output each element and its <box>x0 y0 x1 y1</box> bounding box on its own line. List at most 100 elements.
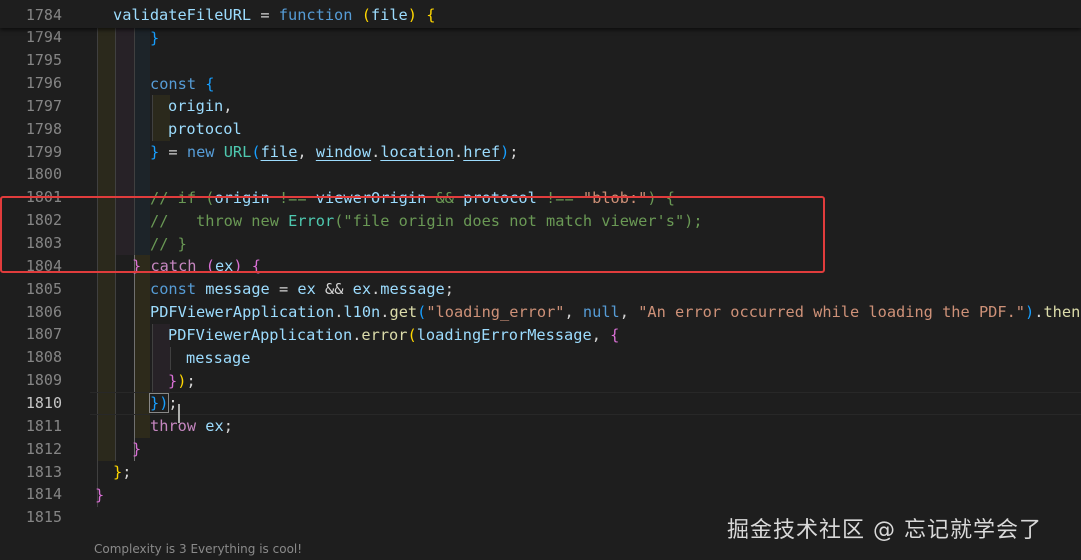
code-token: { <box>426 6 436 24</box>
line-number[interactable]: 1808 <box>0 346 62 369</box>
code-line[interactable]: } <box>132 438 141 461</box>
code-token: window <box>315 143 372 162</box>
line-number[interactable]: 1805 <box>0 278 62 301</box>
code-token: then <box>1043 303 1081 322</box>
status-message: Complexity is 3 Everything is cool! <box>94 542 303 556</box>
code-token: = <box>159 143 187 162</box>
line-number[interactable]: 1795 <box>0 49 62 72</box>
code-token: = <box>251 6 279 24</box>
code-line[interactable]: }); <box>168 370 196 393</box>
line-number[interactable]: 1807 <box>0 323 62 346</box>
line-number[interactable]: 1813 <box>0 461 62 484</box>
sticky-scroll-line[interactable]: validateFileURL = function (file) { <box>113 4 435 27</box>
code-token: function <box>278 6 353 24</box>
code-token: }) <box>148 393 170 414</box>
code-token: ; <box>122 463 132 481</box>
line-number[interactable]: 1800 <box>0 163 62 186</box>
code-token: ex <box>297 280 316 299</box>
line-number[interactable]: 1799 <box>0 141 62 164</box>
indent-guide <box>152 323 153 393</box>
code-token: , <box>564 303 583 322</box>
line-number[interactable]: 1806 <box>0 301 62 324</box>
code-line[interactable]: const message = ex && ex.message; <box>150 278 454 301</box>
code-token: const <box>150 74 197 93</box>
code-token: protocol <box>168 120 242 139</box>
code-token: ; <box>223 417 233 436</box>
code-token: "loading_error" <box>426 303 565 322</box>
code-token: ) <box>407 6 417 24</box>
code-editor[interactable]: 1794 1795 1796 1797 1798 1799 1800 1801 1802 1803… <box>0 0 1081 560</box>
code-token: validateFileURL <box>113 6 252 24</box>
line-number[interactable]: 1811 <box>0 415 62 438</box>
code-token: , <box>223 97 233 116</box>
indent-guide <box>152 95 153 142</box>
line-number[interactable]: 1815 <box>0 506 62 529</box>
code-line[interactable]: }); <box>148 392 178 415</box>
code-token: ( <box>417 303 427 322</box>
code-line[interactable]: origin, <box>168 95 232 118</box>
sticky-scroll-header[interactable]: 1784 validateFileURL = function (file) { <box>0 0 1081 28</box>
code-token: = <box>269 280 298 299</box>
indent-guide <box>170 346 171 370</box>
code-token: get <box>389 303 418 322</box>
code-token: , <box>297 143 316 162</box>
code-token: ) <box>1025 303 1035 322</box>
code-token: . <box>454 143 464 162</box>
code-line[interactable]: } <box>150 27 159 50</box>
code-token: PDFViewerApplication <box>150 303 335 322</box>
code-token: new <box>186 143 215 162</box>
code-token: file <box>370 6 408 24</box>
code-token: , <box>619 303 639 322</box>
code-line[interactable]: } = new URL(file, window.location.href); <box>150 141 519 164</box>
code-token: ( <box>407 325 417 344</box>
line-number[interactable]: 1796 <box>0 72 62 95</box>
code-line[interactable]: PDFViewerApplication.error(loadingErrorM… <box>168 324 619 347</box>
line-number[interactable]: 1797 <box>0 95 62 118</box>
line-number[interactable]: 1814 <box>0 483 62 506</box>
line-number[interactable]: 1794 <box>0 26 62 49</box>
code-token: ex <box>205 417 224 436</box>
code-line[interactable]: const { <box>150 73 215 96</box>
code-token: } <box>113 463 123 481</box>
code-token: PDFViewerApplication <box>168 325 353 344</box>
line-number[interactable]: 1810 <box>0 392 62 415</box>
line-number-gutter[interactable]: 1794 1795 1796 1797 1798 1799 1800 1801 1802 1803… <box>0 0 76 560</box>
line-number[interactable]: 1784 <box>0 4 62 27</box>
text-cursor <box>178 404 180 423</box>
code-token: ( <box>361 6 371 24</box>
code-token: } <box>150 143 160 162</box>
code-token: ; <box>168 394 178 413</box>
code-token: } <box>95 485 105 504</box>
code-token: message <box>186 348 251 367</box>
code-line[interactable]: }; <box>113 461 131 484</box>
line-number[interactable]: 1812 <box>0 438 62 461</box>
code-token: , <box>591 325 611 344</box>
line-number[interactable]: 1809 <box>0 369 62 392</box>
code-token: ; <box>444 280 454 299</box>
code-line[interactable]: } <box>95 484 104 507</box>
code-line[interactable]: PDFViewerApplication.l10n.get("loading_e… <box>150 301 1080 324</box>
code-line[interactable]: protocol <box>168 118 242 141</box>
code-token: } <box>150 28 160 47</box>
code-token: ex <box>352 280 372 299</box>
code-token: file <box>260 143 298 162</box>
code-token: ; <box>509 143 519 162</box>
code-token: "An error occurred while loading the PDF… <box>638 303 1025 322</box>
line-number[interactable]: 1798 <box>0 118 62 141</box>
code-token: error <box>361 325 408 344</box>
code-token: ) <box>500 143 510 162</box>
code-token: . <box>371 143 381 162</box>
code-token: href <box>463 143 501 162</box>
code-line[interactable]: message <box>186 347 250 370</box>
code-token: throw <box>150 417 197 436</box>
watermark: 掘金技术社区 @ 忘记就学会了 <box>727 518 1042 543</box>
code-line[interactable]: throw ex; <box>150 415 233 438</box>
current-line-highlight <box>90 392 1081 416</box>
code-token: { <box>610 325 620 344</box>
code-token: } <box>132 440 142 459</box>
